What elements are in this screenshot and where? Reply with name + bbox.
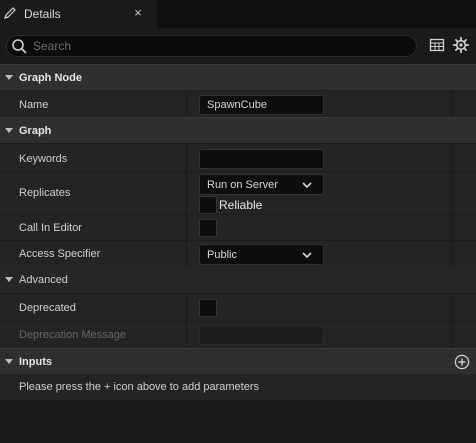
chevron-down-icon bbox=[5, 277, 13, 282]
column-divider bbox=[452, 322, 453, 348]
property-label: Access Specifier bbox=[19, 248, 101, 260]
column-divider bbox=[186, 241, 187, 267]
inputs-hint-text: Please press the + icon above to add par… bbox=[19, 381, 260, 393]
keywords-field[interactable] bbox=[199, 149, 324, 169]
empty-panel-area bbox=[0, 402, 476, 443]
deprecation-message-field bbox=[199, 325, 324, 345]
column-divider bbox=[186, 144, 187, 171]
property-row-call-in-editor: Call In Editor bbox=[0, 214, 476, 240]
search-icon bbox=[12, 39, 27, 54]
column-divider bbox=[186, 322, 187, 348]
category-label: Graph bbox=[19, 125, 52, 137]
property-row-deprecation-message: Deprecation Message bbox=[0, 321, 476, 348]
category-graph[interactable]: Graph bbox=[0, 117, 476, 143]
column-divider bbox=[186, 215, 187, 240]
table-view-icon[interactable] bbox=[428, 36, 446, 54]
call-in-editor-checkbox[interactable] bbox=[199, 219, 217, 237]
search-input[interactable] bbox=[33, 38, 413, 54]
property-label: Name bbox=[19, 99, 49, 111]
column-divider bbox=[186, 172, 187, 214]
column-divider bbox=[452, 215, 453, 240]
add-parameter-icon[interactable] bbox=[454, 354, 470, 370]
reliable-label: Reliable bbox=[219, 198, 263, 212]
column-divider bbox=[452, 172, 453, 214]
tab-title: Details bbox=[24, 7, 61, 21]
property-label: Keywords bbox=[19, 153, 68, 165]
property-row-access-specifier: Access Specifier Public bbox=[0, 240, 476, 267]
details-tab[interactable]: Details × bbox=[0, 0, 157, 28]
chevron-down-icon bbox=[302, 252, 312, 259]
column-divider bbox=[452, 91, 453, 117]
property-label: Deprecated bbox=[19, 302, 76, 314]
chevron-down-icon bbox=[5, 128, 13, 133]
search-box[interactable] bbox=[6, 35, 417, 57]
category-label: Inputs bbox=[19, 356, 52, 368]
category-graph-node[interactable]: Graph Node bbox=[0, 64, 476, 90]
property-label: Call In Editor bbox=[19, 222, 82, 234]
close-icon[interactable]: × bbox=[131, 6, 145, 20]
reliable-checkbox[interactable] bbox=[199, 196, 217, 214]
column-divider bbox=[186, 294, 187, 321]
property-row-keywords: Keywords bbox=[0, 143, 476, 171]
chevron-down-icon bbox=[5, 75, 13, 80]
details-toolbar bbox=[0, 28, 476, 64]
property-row-deprecated: Deprecated bbox=[0, 293, 476, 321]
property-row-replicates: Replicates Run on Server Reliable bbox=[0, 171, 476, 214]
property-label: Replicates bbox=[19, 187, 71, 199]
column-divider bbox=[452, 294, 453, 321]
category-label: Advanced bbox=[19, 274, 68, 286]
chevron-down-icon bbox=[302, 182, 312, 189]
dropdown-value: Run on Server bbox=[207, 179, 278, 191]
category-advanced[interactable]: Advanced bbox=[0, 267, 476, 293]
column-divider bbox=[452, 144, 453, 171]
gear-icon[interactable] bbox=[452, 36, 470, 54]
property-label: Deprecation Message bbox=[19, 329, 127, 341]
column-divider bbox=[452, 241, 453, 267]
tab-bar: Details × bbox=[0, 0, 476, 28]
column-divider bbox=[186, 91, 187, 117]
dropdown-value: Public bbox=[207, 249, 237, 261]
category-inputs[interactable]: Inputs bbox=[0, 348, 476, 374]
property-row-name: Name SpawnCube bbox=[0, 90, 476, 117]
chevron-down-icon bbox=[5, 359, 13, 364]
category-label: Graph Node bbox=[19, 72, 82, 84]
name-field[interactable]: SpawnCube bbox=[199, 95, 324, 115]
inputs-hint-row: Please press the + icon above to add par… bbox=[0, 374, 476, 400]
deprecated-checkbox[interactable] bbox=[199, 299, 217, 317]
pencil-icon bbox=[4, 7, 16, 19]
access-specifier-dropdown[interactable]: Public bbox=[199, 244, 324, 265]
replicates-dropdown[interactable]: Run on Server bbox=[199, 174, 324, 195]
